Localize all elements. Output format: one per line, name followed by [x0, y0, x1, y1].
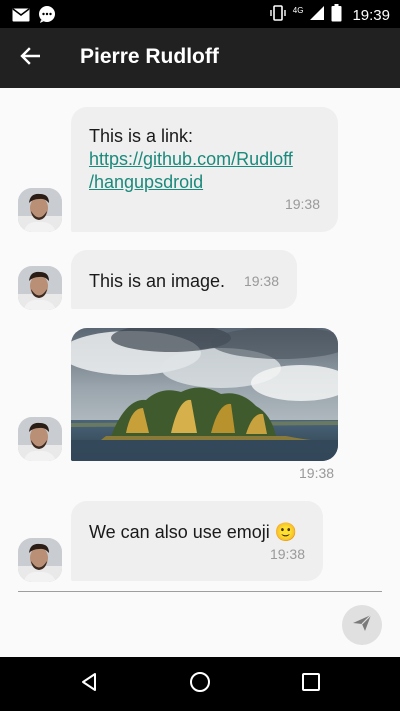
message-list[interactable]: This is a link: https://github.com/Rudlo… — [0, 88, 400, 590]
send-button[interactable] — [342, 605, 382, 645]
network-type-label: 4G — [292, 6, 304, 15]
avatar[interactable] — [18, 417, 62, 461]
status-bar: 4G 19:39 — [0, 0, 400, 28]
nav-home-button[interactable] — [182, 666, 218, 702]
navigation-bar — [0, 657, 400, 711]
nav-back-button[interactable] — [71, 666, 107, 702]
toolbar: Pierre Rudloff — [0, 28, 400, 88]
message-text: This is an image. — [89, 271, 226, 291]
status-right: 4G 19:39 — [269, 4, 390, 27]
status-time: 19:39 — [352, 7, 390, 24]
signal-icon — [309, 5, 325, 26]
message-timestamp: 19:38 — [299, 465, 335, 481]
message-timestamp: 19:38 — [243, 273, 279, 289]
message-link-line: https://github.com/Rudloff — [89, 149, 293, 169]
nav-recents-button[interactable] — [293, 666, 329, 702]
message-timestamp: 19:38 — [284, 196, 320, 212]
avatar[interactable] — [18, 266, 62, 310]
send-icon — [352, 614, 372, 637]
message-image[interactable] — [71, 328, 338, 461]
arrow-back-icon — [20, 46, 41, 70]
back-button[interactable] — [10, 38, 50, 78]
battery-icon — [331, 4, 342, 27]
nav-recents-icon — [302, 672, 320, 696]
status-left — [12, 6, 56, 28]
message-text: We can also use emoji 🙂 — [89, 522, 298, 542]
conversation-title: Pierre Rudloff — [80, 45, 219, 68]
nav-home-icon — [189, 671, 211, 698]
mail-icon — [12, 7, 30, 27]
message-bubble: We can also use emoji 🙂 19:38 — [71, 501, 323, 581]
message-bubble: This is an image. 19:38 — [71, 250, 297, 309]
message-input[interactable] — [18, 596, 328, 648]
message-bubble: This is a link: https://github.com/Rudlo… — [71, 107, 338, 232]
message-link-line: /hangupsdroid — [89, 172, 204, 192]
avatar[interactable] — [18, 188, 62, 232]
message-text: This is a link: — [89, 126, 194, 146]
input-underline — [18, 591, 382, 592]
message-link[interactable]: https://github.com/Rudloff /hangupsdroid — [89, 148, 293, 194]
avatar[interactable] — [18, 538, 62, 582]
nav-back-icon — [80, 672, 98, 697]
message-timestamp: 19:38 — [269, 546, 305, 562]
chat-notification-icon — [38, 6, 56, 28]
vibrate-icon — [269, 4, 287, 27]
